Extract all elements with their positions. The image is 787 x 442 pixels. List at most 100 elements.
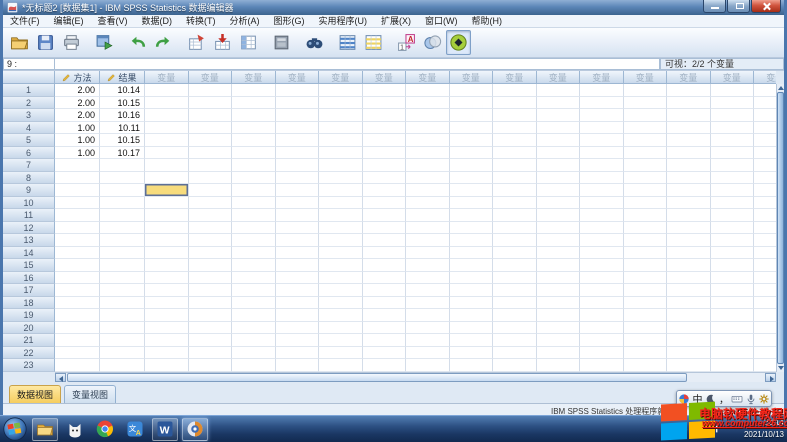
- data-cell[interactable]: [145, 347, 189, 360]
- data-cell[interactable]: [450, 184, 494, 197]
- data-cell[interactable]: [100, 259, 145, 272]
- data-cell[interactable]: [754, 247, 776, 260]
- data-cell[interactable]: [363, 272, 407, 285]
- data-cell[interactable]: [189, 197, 233, 210]
- menu-item-6[interactable]: 分析(A): [223, 15, 267, 28]
- data-cell[interactable]: [319, 147, 363, 160]
- data-cell[interactable]: [276, 284, 320, 297]
- data-cell[interactable]: [232, 247, 276, 260]
- data-cell[interactable]: [711, 284, 755, 297]
- data-cell[interactable]: [406, 134, 450, 147]
- data-cell[interactable]: [754, 347, 776, 360]
- data-cell[interactable]: [406, 247, 450, 260]
- goto-case-icon[interactable]: [184, 30, 209, 55]
- data-cell[interactable]: [319, 184, 363, 197]
- data-cell[interactable]: [537, 197, 581, 210]
- data-cell[interactable]: [406, 184, 450, 197]
- data-cell[interactable]: [754, 122, 776, 135]
- recall-dialogs-icon[interactable]: [92, 30, 117, 55]
- data-cell[interactable]: [667, 272, 711, 285]
- data-cell[interactable]: [711, 272, 755, 285]
- data-cell[interactable]: [189, 234, 233, 247]
- data-cell[interactable]: [232, 322, 276, 335]
- data-cell[interactable]: 10.15: [100, 134, 145, 147]
- data-cell[interactable]: [580, 347, 624, 360]
- data-cell[interactable]: [189, 184, 233, 197]
- column-header-2[interactable]: 结果: [100, 71, 145, 84]
- data-cell[interactable]: [754, 222, 776, 235]
- data-cell[interactable]: [537, 322, 581, 335]
- data-cell[interactable]: [711, 197, 755, 210]
- data-cell[interactable]: [624, 97, 668, 110]
- column-header-11[interactable]: 变量: [493, 71, 537, 84]
- row-header-9[interactable]: 9: [3, 184, 55, 197]
- data-cell[interactable]: [580, 184, 624, 197]
- data-cell[interactable]: [493, 172, 537, 185]
- data-cell[interactable]: [624, 322, 668, 335]
- data-cell[interactable]: [406, 222, 450, 235]
- data-cell[interactable]: [711, 84, 755, 97]
- data-cell[interactable]: [100, 359, 145, 372]
- data-cell[interactable]: [667, 134, 711, 147]
- data-cell[interactable]: [754, 197, 776, 210]
- data-cell[interactable]: [319, 134, 363, 147]
- row-header-8[interactable]: 8: [3, 172, 55, 185]
- data-cell[interactable]: [580, 284, 624, 297]
- tab-data-view[interactable]: 数据视图: [9, 385, 61, 403]
- row-header-10[interactable]: 10: [3, 197, 55, 210]
- data-cell[interactable]: [363, 84, 407, 97]
- column-header-1[interactable]: 方法: [55, 71, 100, 84]
- data-cell[interactable]: [493, 147, 537, 160]
- variables-icon[interactable]: [236, 30, 261, 55]
- data-cell[interactable]: [55, 272, 100, 285]
- data-cell[interactable]: [667, 184, 711, 197]
- data-cell[interactable]: [276, 147, 320, 160]
- use-variable-sets-icon[interactable]: [420, 30, 445, 55]
- selected-cell[interactable]: [145, 184, 189, 197]
- data-cell[interactable]: [711, 109, 755, 122]
- data-cell[interactable]: [55, 197, 100, 210]
- data-cell[interactable]: [276, 222, 320, 235]
- data-cell[interactable]: [319, 172, 363, 185]
- data-cell[interactable]: [537, 284, 581, 297]
- data-cell[interactable]: [580, 322, 624, 335]
- data-cell[interactable]: [189, 347, 233, 360]
- data-cell[interactable]: [189, 84, 233, 97]
- data-cell[interactable]: [711, 222, 755, 235]
- data-cell[interactable]: [319, 309, 363, 322]
- data-cell[interactable]: [493, 334, 537, 347]
- data-cell[interactable]: [276, 197, 320, 210]
- data-cell[interactable]: [450, 247, 494, 260]
- data-cell[interactable]: [100, 247, 145, 260]
- data-cell[interactable]: [624, 234, 668, 247]
- punctuation-icon[interactable]: ，: [718, 393, 730, 405]
- data-cell[interactable]: [624, 84, 668, 97]
- data-cell[interactable]: [55, 184, 100, 197]
- data-cell[interactable]: [493, 347, 537, 360]
- data-cell[interactable]: [450, 234, 494, 247]
- split-file-icon[interactable]: [335, 30, 360, 55]
- data-cell[interactable]: [754, 97, 776, 110]
- data-cell[interactable]: [406, 297, 450, 310]
- data-cell[interactable]: [189, 172, 233, 185]
- data-cell[interactable]: [493, 222, 537, 235]
- data-cell[interactable]: [406, 147, 450, 160]
- data-cell[interactable]: [406, 284, 450, 297]
- column-header-5[interactable]: 变量: [232, 71, 276, 84]
- data-cell[interactable]: [624, 172, 668, 185]
- redo-icon[interactable]: [151, 30, 176, 55]
- data-cell[interactable]: [754, 184, 776, 197]
- data-cell[interactable]: [537, 347, 581, 360]
- insert-variable-icon[interactable]: [361, 30, 386, 55]
- data-cell[interactable]: [537, 247, 581, 260]
- data-cell[interactable]: [537, 334, 581, 347]
- data-cell[interactable]: 10.16: [100, 109, 145, 122]
- data-cell[interactable]: [711, 172, 755, 185]
- data-cell[interactable]: [450, 309, 494, 322]
- data-cell[interactable]: [363, 197, 407, 210]
- column-header-10[interactable]: 变量: [450, 71, 494, 84]
- data-cell[interactable]: [667, 259, 711, 272]
- row-header-15[interactable]: 15: [3, 259, 55, 272]
- data-cell[interactable]: [493, 209, 537, 222]
- data-cell[interactable]: 10.15: [100, 97, 145, 110]
